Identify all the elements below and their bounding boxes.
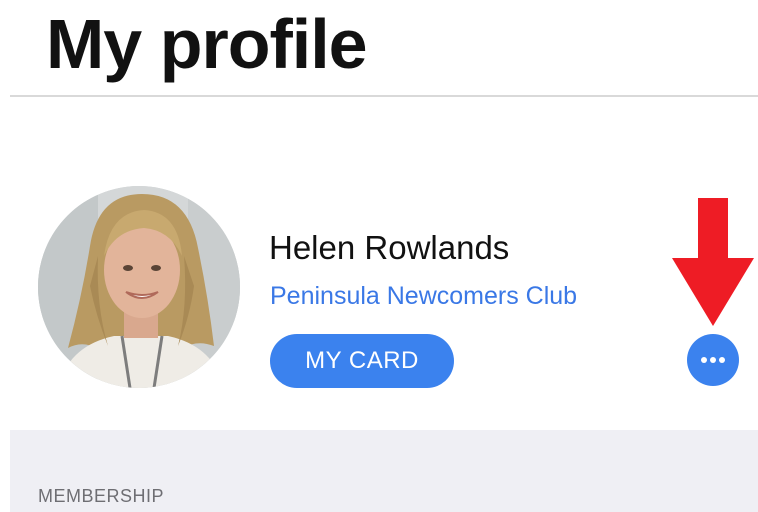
membership-section: MEMBERSHIP xyxy=(10,430,758,512)
membership-section-label: MEMBERSHIP xyxy=(38,486,165,506)
club-link[interactable]: Peninsula Newcomers Club xyxy=(270,281,577,311)
page-title: My profile xyxy=(46,5,368,83)
more-horizontal-icon xyxy=(701,357,725,363)
my-card-button[interactable]: MY CARD xyxy=(270,334,454,388)
red-down-arrow-icon xyxy=(672,198,754,326)
more-options-button[interactable] xyxy=(687,334,739,386)
header-divider xyxy=(10,95,758,97)
profile-name: Helen Rowlands xyxy=(269,229,510,266)
avatar-photo xyxy=(38,186,240,388)
avatar[interactable] xyxy=(38,186,240,388)
